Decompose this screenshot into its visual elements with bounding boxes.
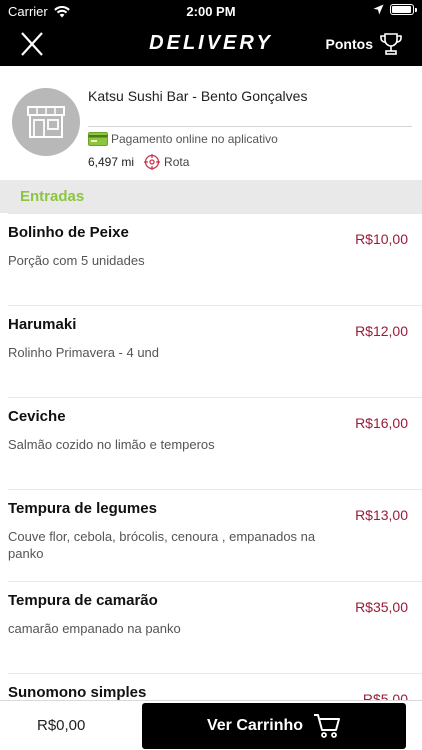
section-title: Entradas [20, 188, 85, 205]
route-button[interactable]: Rota [144, 154, 189, 170]
menu-item[interactable]: Bolinho de Peixe Porção com 5 unidades R… [8, 213, 422, 305]
close-button[interactable] [16, 28, 48, 60]
distance-row: 6,497 mi Rota [88, 154, 189, 170]
menu-item[interactable]: Sunomono simples R$5,00 [8, 673, 422, 700]
item-description: Porção com 5 unidades [8, 253, 145, 268]
battery-level [392, 6, 411, 13]
item-price: R$10,00 [355, 231, 408, 247]
item-name: Tempura de legumes [8, 500, 157, 517]
crosshair-icon [144, 154, 161, 170]
distance-label: 6,497 mi [88, 155, 135, 169]
location-arrow-icon [373, 4, 384, 15]
menu-item[interactable]: Tempura de legumes Couve flor, cebola, b… [8, 489, 422, 581]
item-name: Sunomono simples [8, 684, 147, 700]
item-price: R$12,00 [355, 323, 408, 339]
item-price: R$13,00 [355, 507, 408, 523]
status-bar: Carrier 2:00 PM [0, 0, 422, 22]
item-description: Couve flor, cebola, brócolis, cenoura , … [8, 529, 316, 561]
item-description: Rolinho Primavera - 4 und [8, 345, 160, 360]
nav-bar: DELIVERY Pontos [0, 22, 422, 66]
header-divider [88, 126, 412, 127]
item-description: Salmão cozido no limão e temperos [8, 437, 215, 452]
cart-total: R$0,00 [37, 717, 86, 734]
cart-icon [314, 714, 341, 738]
item-name: Harumaki [8, 316, 77, 333]
view-cart-button[interactable]: Ver Carrinho [142, 703, 406, 749]
status-right [373, 4, 417, 15]
storefront-icon [27, 106, 65, 138]
restaurant-logo [12, 88, 80, 156]
status-time: 2:00 PM [186, 4, 236, 19]
route-label: Rota [164, 155, 190, 169]
menu-item[interactable]: Harumaki Rolinho Primavera - 4 und R$12,… [8, 305, 422, 397]
payment-label: Pagamento online no aplicativo [111, 132, 278, 146]
item-price: R$16,00 [355, 415, 408, 431]
credit-card-icon [88, 132, 108, 146]
item-name: Tempura de camarão [8, 592, 158, 609]
menu-item[interactable]: Tempura de camarão camarão empanado na p… [8, 581, 422, 673]
trophy-icon [380, 33, 402, 55]
restaurant-name: Katsu Sushi Bar - Bento Gonçalves [88, 88, 308, 104]
item-price: R$5,00 [362, 691, 408, 700]
item-name: Ceviche [8, 408, 66, 425]
view-cart-label: Ver Carrinho [206, 717, 304, 734]
cart-bar: R$0,00 Ver Carrinho [0, 700, 422, 750]
item-price: R$35,00 [355, 599, 408, 615]
item-description: camarão empanado na panko [8, 621, 181, 636]
item-name: Bolinho de Peixe [8, 224, 129, 241]
close-icon [21, 32, 43, 56]
points-label: Pontos [325, 36, 373, 52]
menu-item[interactable]: Ceviche Salmão cozido no limão e tempero… [8, 397, 422, 489]
points-button[interactable]: Pontos [326, 28, 404, 60]
battery-icon [390, 4, 417, 15]
section-header: Entradas [0, 180, 422, 213]
menu-list[interactable]: Bolinho de Peixe Porção com 5 unidades R… [0, 213, 422, 700]
restaurant-header: Katsu Sushi Bar - Bento Gonçalves Pagame… [0, 66, 422, 180]
payment-info: Pagamento online no aplicativo [88, 132, 278, 146]
